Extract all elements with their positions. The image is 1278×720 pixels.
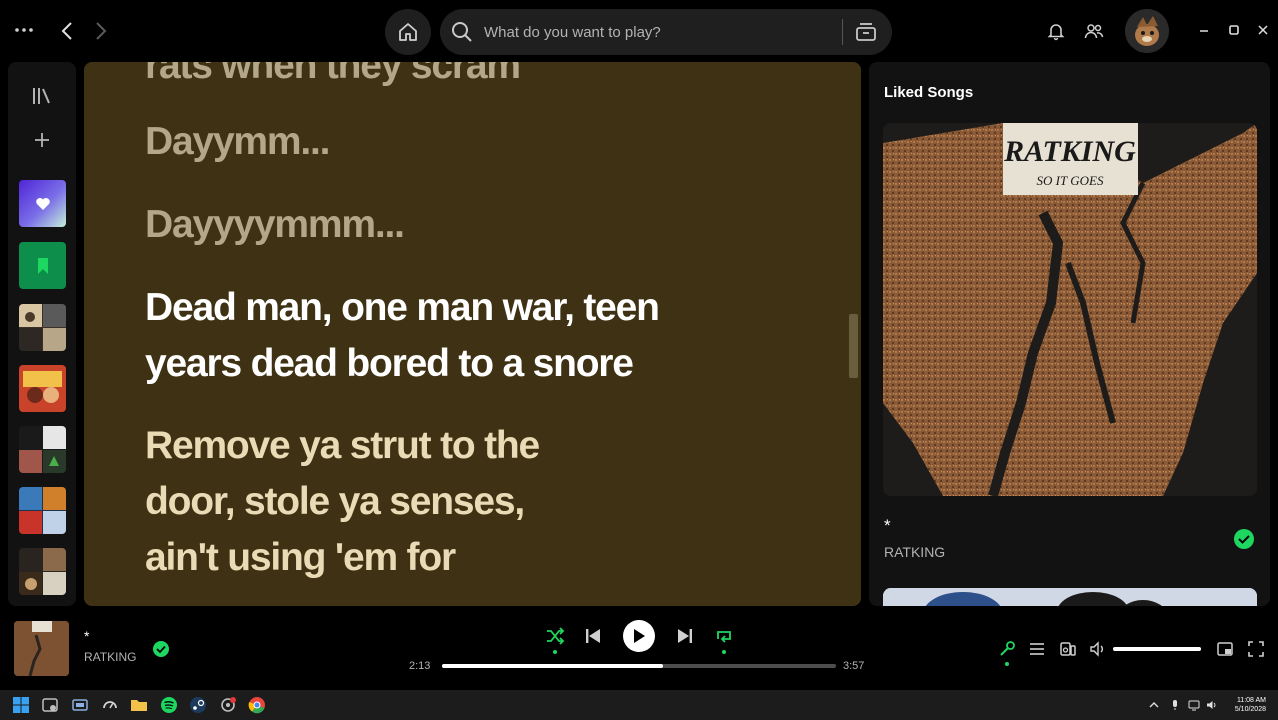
- playlist-cover[interactable]: [19, 304, 66, 351]
- player-bar: * RATKING 2:13 3:57: [0, 606, 1278, 690]
- back-arrow-icon[interactable]: [56, 18, 80, 44]
- lyric-text: ain't using 'em for: [145, 536, 456, 579]
- album-subtitle-text: SO IT GOES: [1037, 173, 1104, 188]
- search-bar[interactable]: [440, 9, 892, 55]
- maximize-icon[interactable]: [1226, 22, 1242, 38]
- lyric-text: Dead man, one man war, teen: [145, 286, 660, 329]
- task-view-icon[interactable]: [71, 696, 89, 714]
- liked-check-icon[interactable]: [1233, 528, 1255, 550]
- artist-name[interactable]: RATKING: [884, 544, 945, 560]
- bookmark-icon: [37, 257, 48, 274]
- plus-icon[interactable]: [30, 128, 54, 152]
- shuffle-icon[interactable]: [545, 626, 565, 646]
- lyrics-panel: rats when they scram Dayymm... Dayyyymmm…: [84, 62, 861, 606]
- bell-icon[interactable]: [1046, 21, 1066, 41]
- friends-activity-icon[interactable]: [1084, 21, 1104, 41]
- home-icon: [399, 23, 417, 41]
- user-avatar[interactable]: [1125, 9, 1169, 53]
- scrollbar-thumb[interactable]: [849, 314, 858, 378]
- tray-time: 11:08 AM: [1236, 697, 1266, 704]
- progress-fill: [442, 664, 663, 668]
- tray-date: 5/10/2028: [1234, 706, 1266, 713]
- play-icon: [634, 629, 645, 643]
- lyric-line[interactable]: Dayymm...: [145, 114, 330, 170]
- lyric-line-next[interactable]: Remove ya strut to the door, stole ya se…: [145, 418, 540, 586]
- windows-start-icon[interactable]: [12, 696, 30, 714]
- gauge-app-icon[interactable]: [101, 696, 119, 714]
- volume-icon[interactable]: [1089, 640, 1107, 658]
- app-gear-icon[interactable]: [219, 696, 237, 714]
- playlist-cover[interactable]: [19, 426, 66, 473]
- tray-speaker-icon[interactable]: [1206, 699, 1218, 711]
- tray-display-icon[interactable]: [1188, 699, 1200, 711]
- lyric-text: years dead bored to a snore: [145, 342, 634, 385]
- menu-dots-icon[interactable]: [14, 20, 34, 40]
- search-input[interactable]: [484, 21, 834, 43]
- now-playing-panel: Liked Songs RATKING SO IT GOES * RATKING: [869, 62, 1270, 606]
- home-button[interactable]: [385, 9, 431, 55]
- lyric-line-active[interactable]: Dead man, one man war, teen years dead b…: [145, 280, 660, 392]
- close-icon[interactable]: [1255, 22, 1271, 38]
- steam-icon[interactable]: [189, 696, 207, 714]
- playlist-saved-episodes[interactable]: [19, 242, 66, 289]
- now-playing-cover[interactable]: [14, 621, 69, 676]
- progress-bar[interactable]: [442, 664, 836, 668]
- top-bar: [0, 0, 1278, 62]
- volume-fill: [1113, 647, 1201, 651]
- total-time: 3:57: [843, 660, 865, 672]
- lyric-text: door, stole ya senses,: [145, 480, 525, 523]
- album-cover[interactable]: RATKING SO IT GOES: [883, 123, 1257, 496]
- lyrics-mic-icon[interactable]: [998, 640, 1016, 658]
- tray-mic-icon[interactable]: [1169, 699, 1181, 711]
- playlist-cover[interactable]: [19, 365, 66, 412]
- lyric-text: Remove ya strut to the: [145, 424, 540, 467]
- lyrics-active-dot: [1005, 662, 1009, 666]
- next-icon[interactable]: [676, 627, 694, 645]
- now-playing-artist[interactable]: RATKING: [84, 650, 136, 664]
- snipping-tool-icon[interactable]: [41, 696, 59, 714]
- search-icon: [452, 22, 472, 42]
- file-explorer-icon[interactable]: [130, 696, 148, 714]
- shuffle-active-dot: [553, 650, 557, 654]
- connect-device-icon[interactable]: [1059, 640, 1077, 658]
- forward-arrow-icon[interactable]: [88, 18, 112, 44]
- panel-title[interactable]: Liked Songs: [884, 84, 973, 101]
- fullscreen-icon[interactable]: [1247, 640, 1265, 658]
- minimize-icon[interactable]: [1196, 22, 1212, 38]
- volume-slider[interactable]: [1113, 647, 1201, 651]
- tray-clock[interactable]: 11:08 AM 5/10/2028: [1226, 696, 1266, 714]
- tray-chevron-up-icon[interactable]: [1148, 699, 1160, 711]
- playlist-cover[interactable]: [19, 487, 66, 534]
- spotify-icon[interactable]: [160, 696, 178, 714]
- lyric-line[interactable]: rats when they scram: [145, 62, 521, 94]
- heart-icon: [35, 197, 50, 210]
- library-icon[interactable]: [30, 84, 54, 108]
- play-button[interactable]: [623, 620, 655, 652]
- search-divider: [842, 19, 843, 45]
- queue-icon[interactable]: [1028, 640, 1046, 658]
- miniplayer-icon[interactable]: [1216, 640, 1234, 658]
- now-playing-title[interactable]: *: [84, 628, 89, 644]
- elapsed-time: 2:13: [409, 660, 431, 672]
- liked-check-icon[interactable]: [152, 640, 170, 658]
- chrome-icon[interactable]: [248, 696, 266, 714]
- playlist-liked-songs[interactable]: [19, 180, 66, 227]
- windows-taskbar: 11:08 AM 5/10/2028: [0, 690, 1278, 720]
- previous-icon[interactable]: [584, 627, 602, 645]
- repeat-active-dot: [722, 650, 726, 654]
- lyric-line[interactable]: Dayyyymmm...: [145, 197, 405, 253]
- track-title[interactable]: *: [884, 516, 891, 536]
- album-logo-text: RATKING: [1003, 135, 1136, 168]
- repeat-icon[interactable]: [714, 626, 734, 646]
- library-sidebar: [8, 62, 76, 606]
- next-card-preview[interactable]: [883, 588, 1257, 606]
- browse-icon[interactable]: [854, 20, 878, 44]
- playlist-cover[interactable]: [19, 548, 66, 595]
